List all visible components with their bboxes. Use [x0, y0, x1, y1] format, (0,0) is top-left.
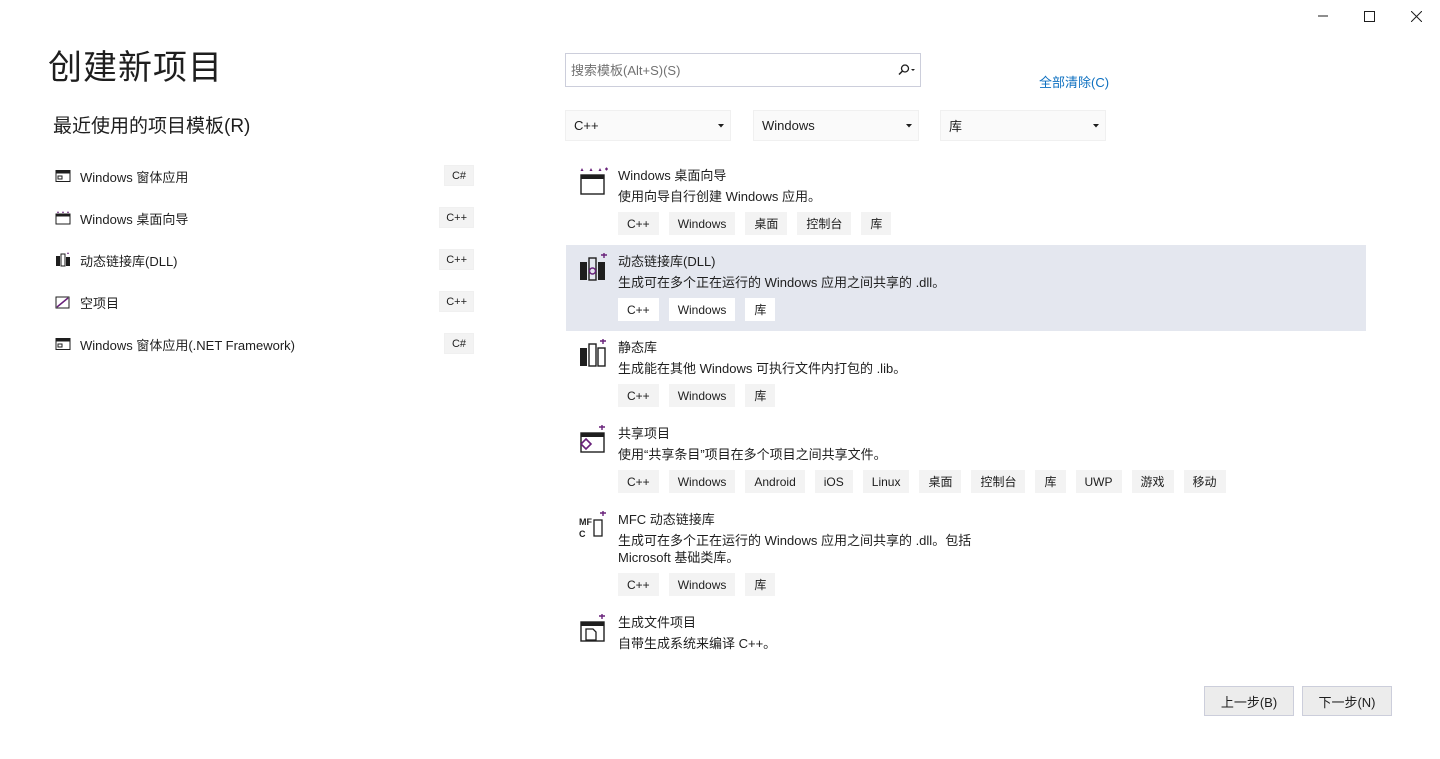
- page-title: 创建新项目: [48, 49, 223, 87]
- template-name: MFC 动态链接库: [618, 512, 715, 527]
- close-button[interactable]: [1393, 0, 1440, 32]
- empty-project-icon: [54, 293, 72, 311]
- platform-filter[interactable]: Windows: [753, 110, 919, 141]
- platform-filter-value: Windows: [762, 118, 815, 133]
- template-tags: C++ Windows 库: [618, 573, 1366, 606]
- recent-template-item[interactable]: Windows 窗体应用 C#: [54, 155, 474, 197]
- language-badge: C++: [439, 249, 474, 270]
- template-tag: C++: [618, 212, 659, 235]
- template-tag: Linux: [862, 470, 910, 493]
- recent-template-label: 动态链接库(DLL): [80, 253, 178, 269]
- template-item[interactable]: 静态库生成能在其他 Windows 可执行文件内打包的 .lib。 C++ Wind…: [566, 331, 1366, 417]
- maximize-button[interactable]: [1346, 0, 1393, 32]
- recent-template-label: Windows 窗体应用(.NET Framework): [80, 337, 296, 353]
- template-description: 使用“共享条目”项目在多个项目之间共享文件。: [618, 447, 887, 462]
- template-tag: Windows: [668, 470, 736, 493]
- template-tags: C++ Windows 桌面 控制台库: [618, 212, 1366, 245]
- template-tag: 桌面: [745, 212, 788, 235]
- recent-templates-list: Windows 窗体应用 C# Windows 桌面向导 C++ 动态链接库(DLL) C…: [54, 155, 474, 365]
- template-tag: 移动: [1183, 470, 1226, 493]
- desktop-wizard-icon: [578, 167, 608, 197]
- template-name: Windows 桌面向导: [618, 168, 727, 183]
- language-badge: C#: [444, 165, 474, 186]
- template-description: 使用向导自行创建 Windows 应用。: [618, 189, 821, 204]
- template-tag: 控制台: [797, 212, 852, 235]
- next-button[interactable]: 下一步(N): [1302, 686, 1392, 716]
- template-item[interactable]: 生成文件项目自带生成系统来编译 C++。: [566, 606, 1366, 662]
- static-library-icon: [578, 338, 608, 369]
- template-tag: Windows: [668, 384, 736, 407]
- template-tag: Windows: [668, 573, 736, 596]
- template-tag: 库: [745, 384, 776, 407]
- svg-text:C: C: [579, 529, 586, 539]
- shared-project-icon: [578, 424, 608, 455]
- language-filter-value: C++: [574, 118, 599, 133]
- recent-template-item[interactable]: 动态链接库(DLL) C++: [54, 239, 474, 281]
- minimize-button[interactable]: [1299, 0, 1346, 32]
- template-name: 动态链接库(DLL): [618, 254, 716, 269]
- chevron-down-icon: [718, 124, 724, 128]
- template-tag: C++: [618, 298, 659, 321]
- template-tags: C++ Windows 库: [618, 298, 1366, 331]
- template-name: 静态库: [618, 340, 658, 355]
- template-tag: Windows: [668, 298, 736, 321]
- template-tag: 游戏: [1131, 470, 1174, 493]
- template-description: 生成能在其他 Windows 可执行文件内打包的 .lib。: [618, 361, 907, 376]
- mfc-dll-icon: MF C: [578, 510, 608, 541]
- template-name: 生成文件项目: [618, 615, 697, 630]
- makefile-project-icon: [578, 613, 608, 644]
- template-tag: Android: [745, 470, 805, 493]
- project-type-filter[interactable]: 库: [940, 110, 1106, 141]
- recent-template-item[interactable]: Windows 窗体应用(.NET Framework) C#: [54, 323, 474, 365]
- recent-template-item[interactable]: 空项目 C++: [54, 281, 474, 323]
- template-tag: 库: [1035, 470, 1066, 493]
- template-tags: C++ Windows 库: [618, 384, 1366, 417]
- template-description: 自带生成系统来编译 C++。: [618, 636, 777, 651]
- template-item[interactable]: Windows 桌面向导使用向导自行创建 Windows 应用。 C++ Windo…: [566, 159, 1366, 245]
- clear-all-link[interactable]: 全部清除(C): [1039, 72, 1109, 91]
- window-controls: [1299, 0, 1440, 32]
- search-input[interactable]: [566, 54, 892, 86]
- template-tag: Windows: [668, 212, 736, 235]
- winforms-icon: [54, 335, 72, 353]
- dll-icon: [54, 251, 72, 269]
- chevron-down-icon: [906, 124, 912, 128]
- template-tag: C++: [618, 384, 659, 407]
- language-badge: C++: [439, 291, 474, 312]
- project-type-filter-value: 库: [949, 119, 963, 134]
- template-name: 共享项目: [618, 426, 671, 441]
- desktop-wizard-icon: [54, 209, 72, 227]
- chevron-down-icon: [1093, 124, 1099, 128]
- language-badge: C#: [444, 333, 474, 354]
- template-list: Windows 桌面向导使用向导自行创建 Windows 应用。 C++ Windo…: [566, 159, 1366, 662]
- template-tags: C++ Windows Android iOS Linux 桌面 控制台库 UWP 游戏 移动: [618, 470, 1366, 503]
- recent-template-label: Windows 桌面向导: [80, 211, 189, 227]
- template-description: 生成可在多个正在运行的 Windows 应用之间共享的 .dll。包括 Micr…: [618, 533, 972, 565]
- search-box: [565, 53, 921, 87]
- language-filter[interactable]: C++: [565, 110, 731, 141]
- template-tag: 控制台: [971, 470, 1026, 493]
- template-tag: C++: [618, 573, 659, 596]
- template-tag: iOS: [814, 470, 853, 493]
- template-item[interactable]: 动态链接库(DLL) 生成可在多个正在运行的 Windows 应用之间共享的 .d…: [566, 245, 1366, 331]
- template-item[interactable]: 共享项目使用“共享条目”项目在多个项目之间共享文件。 C++ Windows Andr…: [566, 417, 1366, 503]
- recent-template-label: 空项目: [80, 295, 120, 311]
- back-button[interactable]: 上一步(B): [1204, 686, 1294, 716]
- recent-template-label: Windows 窗体应用: [80, 169, 189, 185]
- template-item[interactable]: MF C MFC 动态链接库生成可在多个正在运行的 Windows 应用之间共享的 …: [566, 503, 1366, 606]
- template-tag: C++: [618, 470, 659, 493]
- winforms-icon: [54, 167, 72, 185]
- template-tag: 库: [745, 573, 776, 596]
- template-tag: 库: [745, 298, 776, 321]
- recent-template-item[interactable]: Windows 桌面向导 C++: [54, 197, 474, 239]
- search-icon[interactable]: [892, 54, 920, 86]
- language-badge: C++: [439, 207, 474, 228]
- template-tag: UWP: [1075, 470, 1122, 493]
- svg-text:MF: MF: [579, 517, 592, 527]
- template-description: 生成可在多个正在运行的 Windows 应用之间共享的 .dll。: [618, 275, 946, 290]
- recent-templates-title: 最近使用的项目模板(R): [53, 116, 251, 137]
- template-tag: 库: [861, 212, 892, 235]
- dll-icon: [578, 252, 608, 283]
- template-tag: 桌面: [919, 470, 962, 493]
